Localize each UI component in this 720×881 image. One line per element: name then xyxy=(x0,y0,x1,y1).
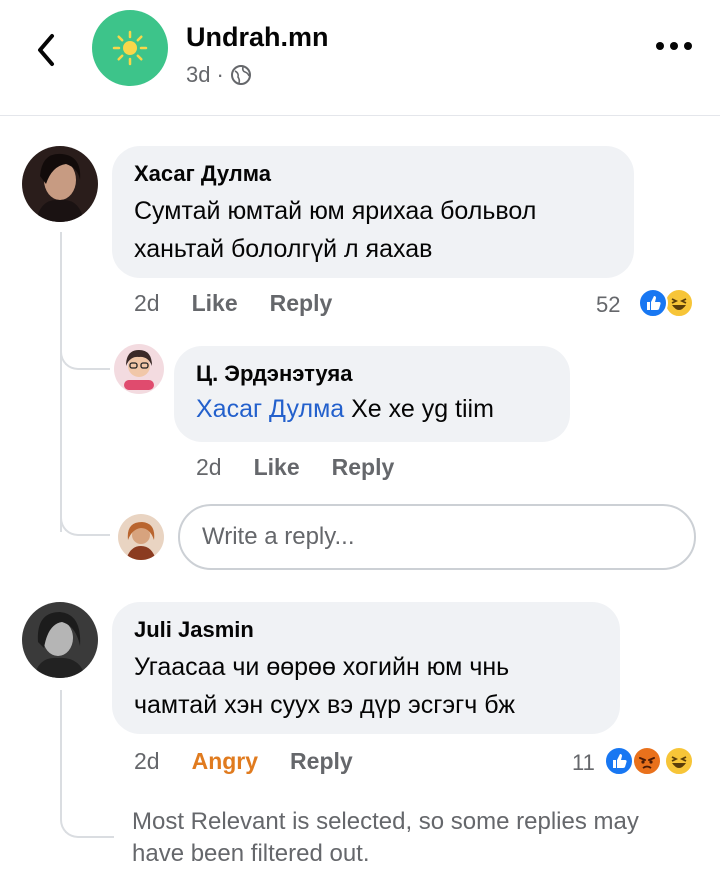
avatar[interactable] xyxy=(22,146,98,222)
comment-text-line: Сумтай юмтай юм ярихаа больвол xyxy=(134,197,537,225)
comment-bubble: Juli Jasmin Угаасаа чи өөрөө хогийн юм ч… xyxy=(112,602,620,734)
globe-icon xyxy=(230,65,251,85)
haha-reaction-icon xyxy=(664,288,694,318)
sun-logo-icon xyxy=(112,30,148,66)
like-button[interactable]: Like xyxy=(254,454,300,481)
post-time: 3d xyxy=(186,62,211,87)
like-button[interactable]: Like xyxy=(192,290,238,317)
post-header: Undrah.mn 3d · xyxy=(0,0,720,116)
reply-button[interactable]: Reply xyxy=(290,748,353,775)
angry-reaction-button[interactable]: Angry xyxy=(192,748,258,775)
comment-actions: 2d Like Reply xyxy=(134,290,332,317)
avatar[interactable] xyxy=(22,602,98,678)
reaction-count[interactable]: 11 xyxy=(572,750,595,776)
comment-time: 2d xyxy=(134,290,160,316)
meta-separator: · xyxy=(216,62,224,87)
thread-connector xyxy=(60,510,110,536)
reply-time: 2d xyxy=(196,454,222,480)
like-reaction-icon xyxy=(638,288,668,318)
reaction-count[interactable]: 52 xyxy=(596,292,620,318)
avatar[interactable] xyxy=(114,344,164,394)
reply-button[interactable]: Reply xyxy=(332,454,395,481)
angry-reaction-icon xyxy=(632,746,662,776)
reply-input[interactable]: Write a reply... xyxy=(178,504,696,570)
comment-text: Угаасаа чи өөрөө хогийн юм чнь чамтай хэ… xyxy=(134,648,598,724)
thread-connector xyxy=(60,340,110,370)
comment-author[interactable]: Хасаг Дулма xyxy=(134,160,612,188)
haha-reaction-icon xyxy=(664,746,694,776)
comment-text-line: чамтай хэн суух вэ дүр эсгэгч бж xyxy=(134,691,515,719)
comment-text-line: ханьтай бололгүй л яахав xyxy=(134,235,433,263)
thread-connector xyxy=(60,690,114,838)
like-reaction-icon xyxy=(604,746,634,776)
more-options-icon[interactable] xyxy=(654,36,694,56)
back-icon[interactable] xyxy=(30,30,62,70)
comment-text-line: Угаасаа чи өөрөө хогийн юм чнь xyxy=(134,653,510,681)
comment-author[interactable]: Juli Jasmin xyxy=(134,616,598,644)
comment-text: Сумтай юмтай юм ярихаа больвол ханьтай б… xyxy=(134,192,612,268)
comment-bubble: Хасаг Дулма Сумтай юмтай юм ярихаа больв… xyxy=(112,146,634,278)
reply-bubble: Ц. Эрдэнэтуяа Хасаг Дулма Хе хе yg tiim xyxy=(174,346,570,442)
page-name[interactable]: Undrah.mn xyxy=(186,22,329,53)
reply-author[interactable]: Ц. Эрдэнэтуяа xyxy=(196,360,548,388)
reply-text-body: Хе хе yg tiim xyxy=(344,395,494,423)
reply-button[interactable]: Reply xyxy=(270,290,333,317)
reply-text: Хасаг Дулма Хе хе yg tiim xyxy=(196,390,548,428)
page-avatar[interactable] xyxy=(92,10,168,86)
post-meta: 3d · xyxy=(186,62,252,88)
comment-actions: 2d Angry Reply xyxy=(134,748,353,775)
current-user-avatar xyxy=(118,514,164,560)
comment-time: 2d xyxy=(134,748,160,774)
filter-note: Most Relevant is selected, so some repli… xyxy=(132,808,639,867)
mention-link[interactable]: Хасаг Дулма xyxy=(196,395,344,423)
reply-actions: 2d Like Reply xyxy=(196,454,394,481)
thread-line xyxy=(60,232,62,532)
